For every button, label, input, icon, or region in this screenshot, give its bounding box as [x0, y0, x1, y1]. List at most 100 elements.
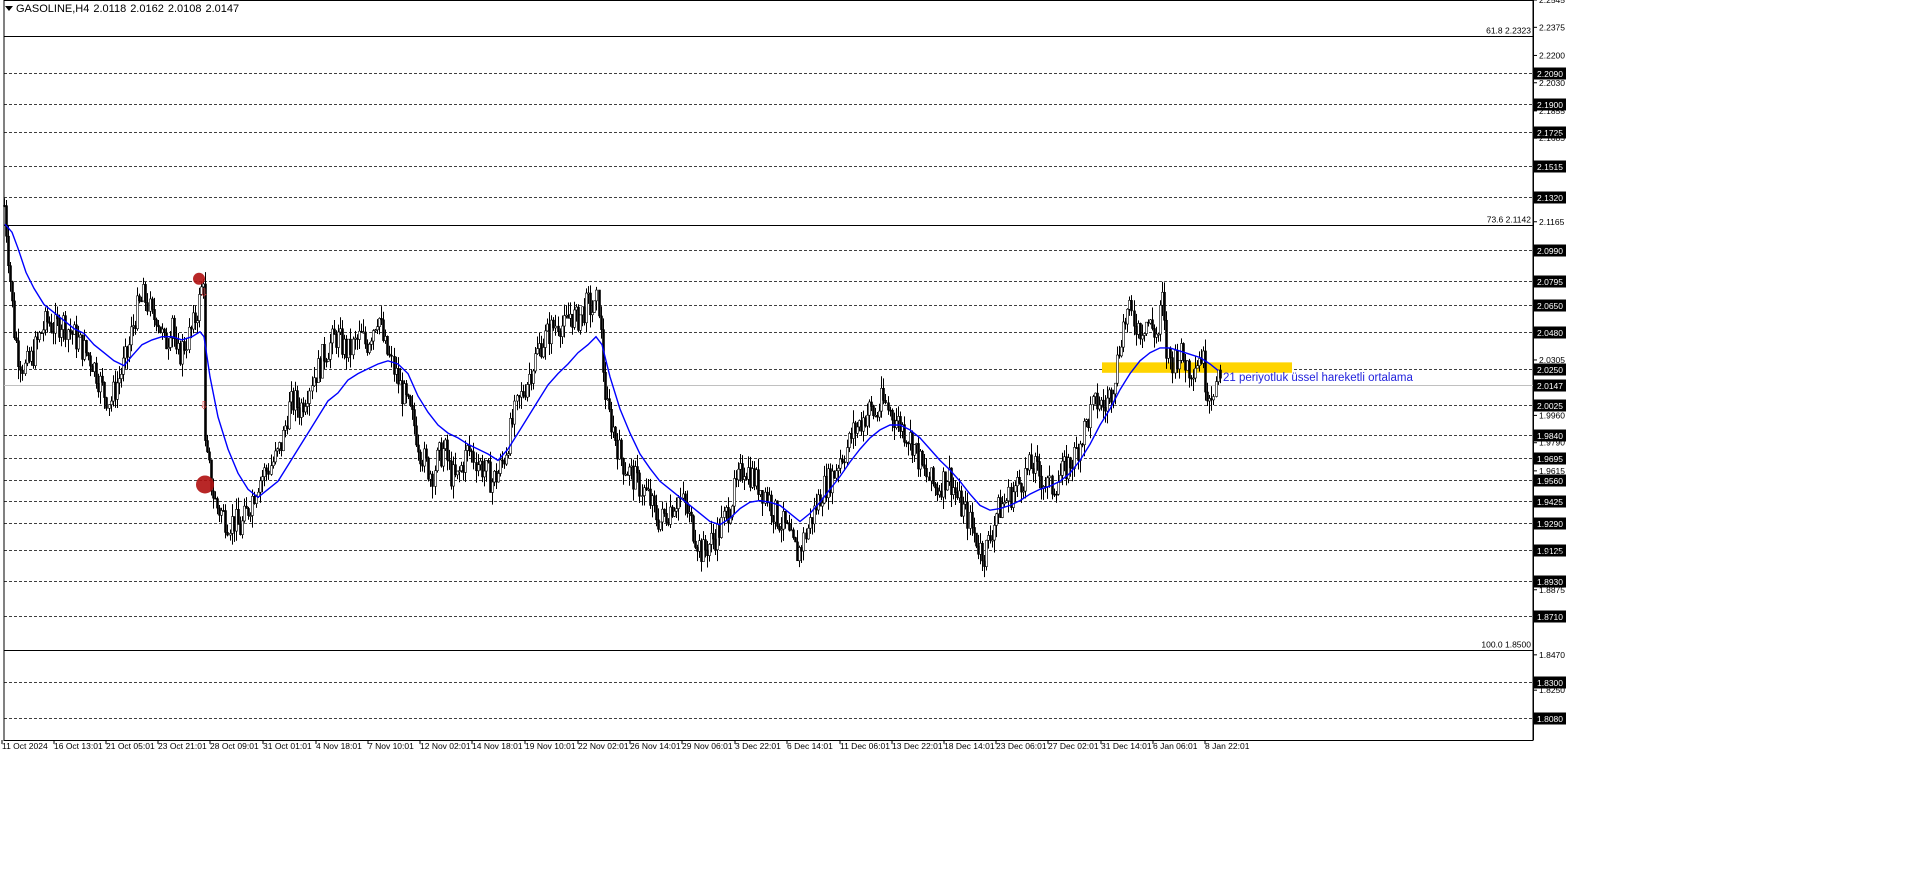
candle-body — [675, 508, 678, 512]
candle-body — [17, 340, 20, 367]
candle-body — [638, 472, 641, 497]
candle-body — [214, 497, 217, 500]
time-tick-label: 14 Nov 18:01 — [472, 741, 523, 751]
candle-body — [103, 382, 106, 398]
candle-body — [1122, 321, 1125, 348]
candle-body — [1217, 369, 1220, 382]
price-level-label: 1.9560 — [1537, 476, 1563, 486]
candle-body — [206, 440, 209, 453]
candle-body — [513, 400, 516, 425]
candle-body — [995, 513, 998, 526]
candle-body — [563, 315, 566, 327]
time-tick-label: 12 Nov 02:01 — [420, 741, 471, 751]
candle-body — [155, 319, 158, 326]
candle-body — [126, 346, 129, 358]
candle-body — [971, 511, 974, 528]
candle-body — [659, 521, 662, 530]
candle-body — [140, 300, 143, 303]
symbol-label: GASOLINE,H4 — [16, 3, 90, 15]
candle-body — [157, 324, 160, 328]
candle-body — [981, 542, 984, 562]
candle-body — [163, 328, 166, 334]
candle-body — [13, 300, 16, 339]
candle-body — [1133, 310, 1136, 327]
candle-body — [591, 312, 594, 316]
candle-body — [923, 464, 926, 469]
candle-body — [1098, 404, 1101, 410]
candle-body — [265, 467, 268, 472]
price-level-label: 1.9695 — [1537, 454, 1563, 464]
candle-body — [807, 527, 810, 540]
candle-body — [11, 281, 14, 302]
candle-body — [856, 426, 859, 434]
candle-body — [446, 439, 449, 461]
candle-body — [1030, 454, 1033, 469]
candle-body — [1120, 346, 1123, 357]
candle-body — [1046, 477, 1049, 488]
time-tick-label: 27 Dec 02:01 — [1048, 741, 1099, 751]
candles-group — [3, 198, 1222, 578]
candle-body — [192, 312, 195, 330]
time-tick-label: 21 Oct 05:01 — [106, 741, 155, 751]
candle-body — [1087, 419, 1090, 429]
candle-body — [1188, 360, 1191, 379]
candle-body — [723, 510, 726, 518]
candle-body — [1153, 328, 1156, 338]
candle-body — [1048, 475, 1051, 479]
symbol-dropdown-icon[interactable] — [5, 6, 13, 11]
time-tick-label: 29 Nov 06:01 — [682, 741, 733, 751]
candle-body — [1141, 335, 1144, 340]
time-tick-label: 22 Nov 02:01 — [578, 741, 629, 751]
candle-body — [1194, 367, 1197, 379]
candle-body — [655, 505, 658, 521]
candle-body — [712, 532, 715, 540]
candle-body — [132, 325, 135, 328]
candle-body — [628, 466, 631, 476]
price-chart[interactable]: 2.20902.19002.17252.15152.13202.09902.07… — [0, 0, 1916, 888]
candle-body — [413, 409, 416, 427]
candle-body — [872, 406, 875, 416]
candle-body — [83, 340, 86, 360]
price-level-label: 1.9425 — [1537, 497, 1563, 507]
price-tick-label: 1.9100 — [1539, 549, 1565, 559]
candle-body — [497, 473, 500, 483]
candle-body — [204, 283, 207, 441]
candle-body — [229, 533, 232, 536]
candle-body — [614, 426, 617, 441]
open-value: 2.0118 — [93, 3, 127, 15]
candle-body — [1137, 323, 1140, 335]
candle-body — [173, 317, 176, 339]
candle-body — [220, 510, 223, 516]
candle-body — [1024, 468, 1027, 492]
time-tick-label: 7 Nov 10:01 — [368, 741, 414, 751]
price-level-label: 2.0650 — [1537, 301, 1563, 311]
chart-area[interactable]: 2.2090 2.1900 2.1725 2.1515 2.1320 2.0990 2.07… — [0, 0, 1916, 888]
candle-body — [233, 516, 236, 532]
candle-body — [1165, 319, 1168, 359]
candle-body — [67, 329, 70, 340]
candle-body — [1126, 308, 1129, 325]
candle-body — [153, 309, 156, 320]
candle-body — [733, 478, 736, 507]
candle-body — [15, 337, 18, 342]
time-tick-label: 11 Dec 06:01 — [840, 741, 890, 751]
candle-body — [3, 205, 6, 207]
candle-body — [622, 458, 625, 475]
candle-body — [1007, 486, 1010, 502]
candle-body — [1176, 350, 1179, 370]
candle-body — [21, 369, 24, 374]
candle-body — [226, 532, 229, 536]
candle-body — [985, 540, 988, 567]
candle-body — [1040, 475, 1043, 489]
time-tick-label: 26 Nov 14:01 — [630, 741, 681, 751]
candle-body — [308, 390, 311, 404]
price-tick-label: 1.9790 — [1539, 438, 1565, 448]
candle-body — [472, 451, 475, 463]
candle-body — [190, 326, 193, 330]
candle-body — [921, 450, 924, 466]
candle-body — [235, 509, 238, 532]
candle-body — [1130, 300, 1133, 312]
candle-body — [165, 332, 168, 350]
candle-body — [534, 353, 537, 372]
candle-body — [138, 295, 141, 302]
